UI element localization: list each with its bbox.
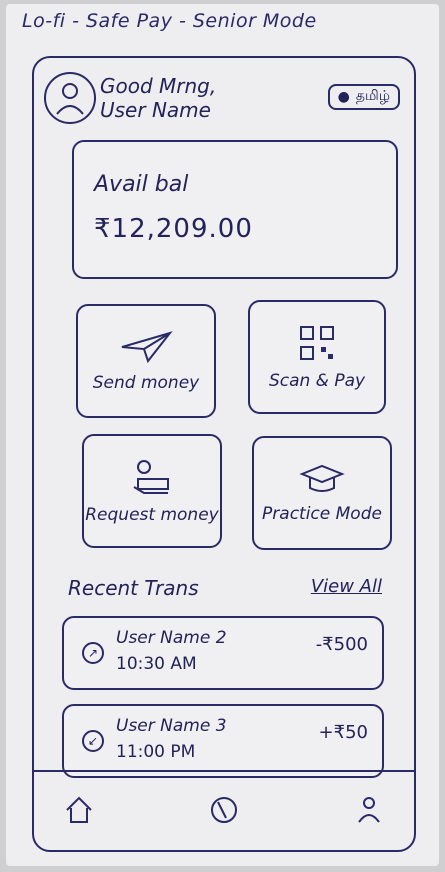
greeting-line-2: User Name	[100, 98, 211, 122]
practice-mode-label: Practice Mode	[262, 504, 382, 524]
practice-mode-button[interactable]: Practice Mode	[252, 436, 392, 550]
bottom-navigation	[34, 770, 414, 848]
phone-frame: Good Mrng, User Name ● தமிழ் Avail bal ₹…	[32, 56, 416, 852]
scan-pay-label: Scan & Pay	[268, 371, 366, 391]
balance-label: Avail bal	[94, 172, 189, 197]
avatar[interactable]	[44, 72, 96, 124]
recent-transactions-title: Recent Trans	[68, 576, 199, 600]
transaction-amount: +₹50	[318, 722, 368, 743]
qr-code-icon	[300, 326, 334, 360]
transaction-name: User Name 2	[116, 628, 227, 648]
incoming-arrow-icon: ↙	[82, 730, 104, 752]
nav-home[interactable]	[60, 791, 98, 829]
transaction-row[interactable]: ↙ User Name 3 11:00 PM +₹50	[62, 704, 384, 778]
page-title: Lo-fi - Safe Pay - Senior Mode	[22, 10, 317, 32]
transaction-amount: -₹500	[315, 634, 368, 655]
user-icon	[56, 83, 84, 115]
request-money-button[interactable]: Request money	[82, 434, 222, 548]
request-money-icon	[133, 460, 169, 494]
home-icon	[66, 796, 92, 823]
view-all-link[interactable]: View All	[311, 576, 382, 597]
greeting-line-1: Good Mrng,	[100, 74, 217, 98]
greeting: Good Mrng, User Name	[100, 74, 216, 122]
nav-history[interactable]	[205, 791, 243, 829]
send-money-label: Send money	[92, 373, 200, 393]
nav-profile[interactable]	[350, 791, 388, 829]
language-label: தமிழ்	[355, 88, 390, 104]
balance-value: ₹12,209.00	[94, 214, 253, 244]
history-icon	[211, 797, 237, 823]
transaction-time: 10:30 AM	[116, 654, 197, 674]
header: Good Mrng, User Name ● தமிழ்	[34, 58, 414, 148]
balance-card: Avail bal ₹12,209.00	[72, 140, 398, 279]
transaction-time: 11:00 PM	[116, 742, 196, 762]
globe-icon: ●	[337, 89, 350, 105]
scan-pay-button[interactable]: Scan & Pay	[248, 300, 386, 414]
transaction-row[interactable]: ↗ User Name 2 10:30 AM -₹500	[62, 616, 384, 690]
profile-icon	[358, 797, 380, 823]
outgoing-arrow-icon: ↗	[82, 642, 104, 664]
graduation-cap-icon	[299, 464, 345, 492]
send-money-button[interactable]: Send money	[76, 304, 216, 418]
request-money-label: Request money	[85, 505, 219, 525]
language-button[interactable]: ● தமிழ்	[327, 84, 400, 110]
transaction-name: User Name 3	[116, 716, 227, 736]
paper-plane-icon	[121, 331, 173, 364]
